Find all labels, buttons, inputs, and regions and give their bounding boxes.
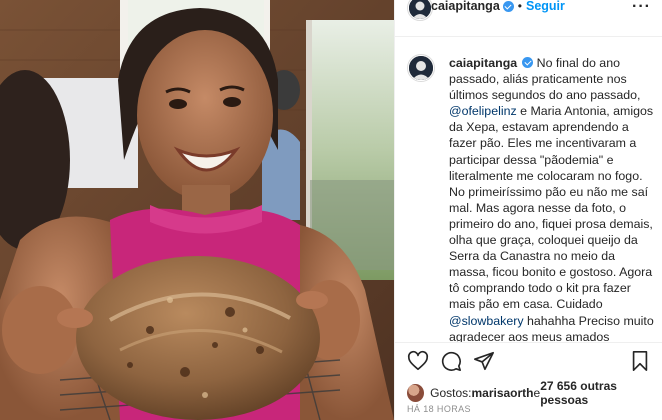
- post-header: caiapitanga • Seguir ···: [395, 0, 662, 21]
- caption-mention-link[interactable]: @ofelipelinz: [449, 104, 517, 118]
- post-caption: caiapitanga No final do ano passado, ali…: [449, 55, 655, 342]
- comment-icon[interactable]: [440, 350, 462, 372]
- actions-divider: [395, 342, 662, 343]
- paper-plane-icon[interactable]: [473, 350, 495, 372]
- follow-button[interactable]: Seguir: [526, 0, 565, 13]
- post-photo[interactable]: [0, 0, 394, 420]
- caption-mention-link[interactable]: @slowbakery: [449, 314, 524, 328]
- avatar-ring: [407, 54, 435, 82]
- likes-line: Gostos: marisaorth e 27 656 outras pesso…: [407, 379, 662, 407]
- separator-dot: •: [517, 0, 522, 13]
- header-divider: [395, 36, 662, 37]
- caption-avatar-wrap[interactable]: [407, 54, 435, 85]
- action-bar: [395, 346, 662, 376]
- header-avatar-wrap[interactable]: [407, 0, 433, 24]
- avatar[interactable]: [409, 0, 431, 19]
- liker-avatar[interactable]: [407, 384, 425, 402]
- heart-icon[interactable]: [407, 350, 429, 372]
- likes-middle: e: [533, 386, 541, 400]
- verified-badge-icon: [522, 57, 534, 68]
- likes-prefix: Gostos:: [430, 386, 472, 400]
- verified-badge-icon: [502, 0, 514, 12]
- photo-woman-holding-bread: [0, 0, 394, 420]
- comments-area: caiapitanga No final do ano passado, ali…: [395, 42, 662, 342]
- caption-text: No final do ano passado, aliás praticame…: [449, 56, 654, 342]
- header-username[interactable]: caiapitanga: [431, 0, 500, 13]
- avatar-ring: [407, 0, 433, 21]
- likes-others-link[interactable]: 27 656 outras pessoas: [540, 379, 662, 407]
- more-options-icon[interactable]: ···: [632, 0, 651, 16]
- caption-avatar[interactable]: [409, 56, 433, 80]
- bookmark-icon[interactable]: [629, 350, 651, 372]
- caption-username[interactable]: caiapitanga: [449, 56, 517, 70]
- post-timestamp[interactable]: HÁ 18 HORAS: [407, 404, 471, 414]
- header-line: caiapitanga • Seguir: [431, 0, 565, 13]
- liker-username[interactable]: marisaorth: [471, 386, 533, 400]
- avatar-icon: [409, 56, 433, 80]
- post-sidebar: caiapitanga • Seguir ··· caiapitanga No …: [394, 0, 662, 420]
- caption-text-segment: e Maria Antonia, amigos da Xepa, estavam…: [449, 104, 654, 312]
- avatar-icon: [409, 0, 431, 19]
